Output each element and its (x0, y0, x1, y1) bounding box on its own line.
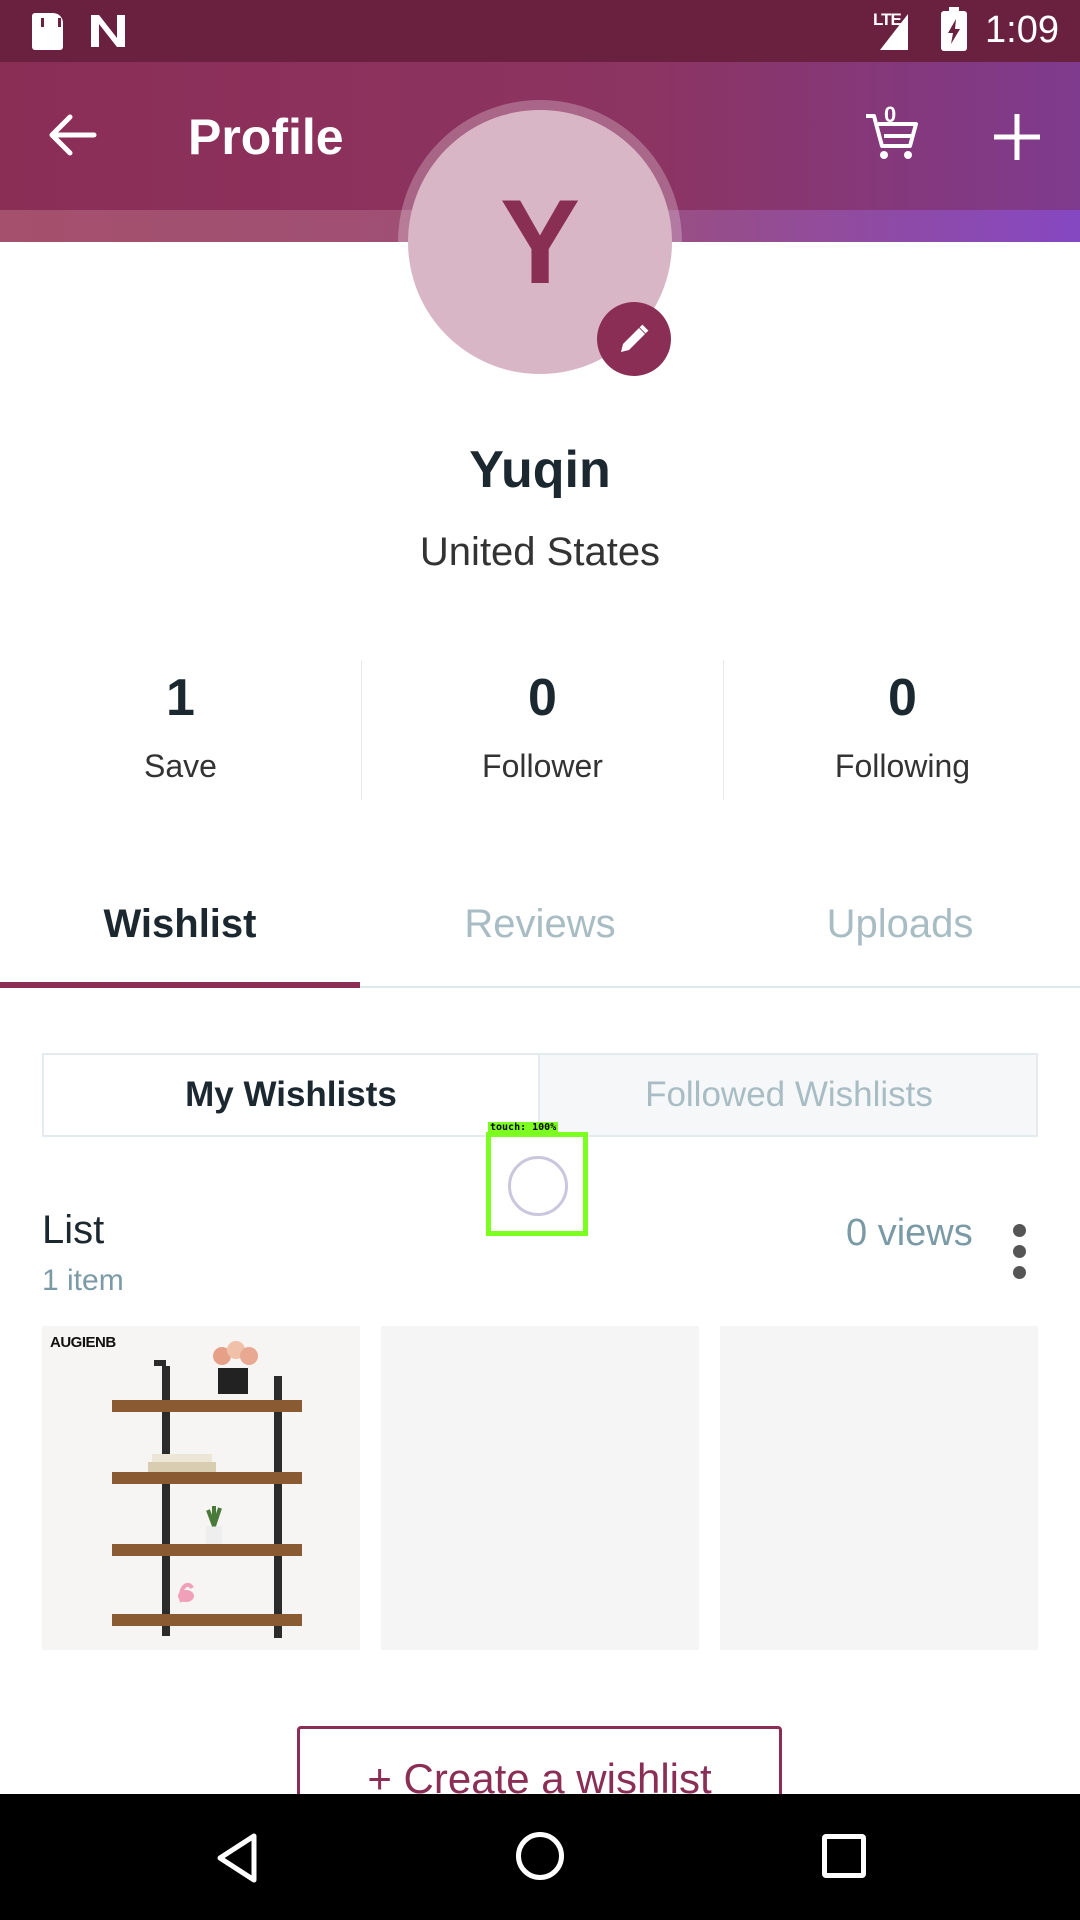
nav-back-icon[interactable] (214, 1832, 260, 1884)
page-title: Profile (188, 109, 344, 165)
sd-card-icon (32, 13, 63, 50)
battery-icon (941, 7, 967, 51)
touch-indicator-label: touch: 100% (488, 1122, 559, 1133)
nav-home-icon[interactable] (516, 1832, 564, 1880)
stat-value: 0 (888, 669, 917, 727)
profile-screen: LTE 1:09 Profile 0 Y Yuqin United States… (0, 0, 1080, 1920)
stat-label: Save (144, 748, 217, 784)
notification-n-icon (91, 15, 125, 47)
signal-icon (880, 14, 908, 50)
back-arrow-icon[interactable] (46, 112, 98, 158)
cart-count-badge: 0 (884, 102, 897, 127)
wishlist-item-thumbnail[interactable]: AUGIENB (42, 1326, 360, 1650)
brand-logo: AUGIENB (50, 1334, 116, 1351)
tab-indicator (0, 982, 360, 988)
list-views: 0 views (846, 1212, 973, 1254)
user-name: Yuqin (469, 441, 611, 499)
stat-saves[interactable]: 1 Save (0, 668, 361, 785)
status-bar: LTE 1:09 (0, 0, 1080, 62)
segment-my-wishlists[interactable]: My Wishlists (44, 1055, 540, 1135)
tab-wishlist[interactable]: Wishlist (0, 902, 360, 947)
tab-reviews[interactable]: Reviews (360, 902, 720, 947)
tab-uploads[interactable]: Uploads (720, 902, 1080, 947)
user-location: United States (419, 530, 661, 574)
touch-point (508, 1156, 568, 1216)
stat-value: 0 (528, 669, 557, 727)
empty-thumbnail (381, 1326, 699, 1650)
system-nav-bar (0, 1794, 1080, 1920)
list-title[interactable]: List (42, 1208, 104, 1253)
stat-label: Following (834, 748, 971, 784)
empty-thumbnail (720, 1326, 1038, 1650)
stat-followers[interactable]: 0 Follower (362, 668, 723, 785)
pencil-icon (621, 324, 649, 352)
edit-avatar-button[interactable] (597, 302, 671, 376)
stat-value: 1 (166, 669, 195, 727)
stat-label: Follower (482, 748, 603, 784)
status-time: 1:09 (985, 9, 1059, 51)
shelf-product-image (112, 1341, 302, 1638)
add-icon[interactable] (992, 112, 1042, 162)
segment-followed-wishlists[interactable]: Followed Wishlists (542, 1055, 1036, 1135)
list-item-count: 1 item (42, 1264, 124, 1297)
nav-recents-icon[interactable] (822, 1834, 866, 1878)
more-options-icon[interactable] (1008, 1224, 1030, 1280)
stat-following[interactable]: 0 Following (722, 668, 1080, 785)
